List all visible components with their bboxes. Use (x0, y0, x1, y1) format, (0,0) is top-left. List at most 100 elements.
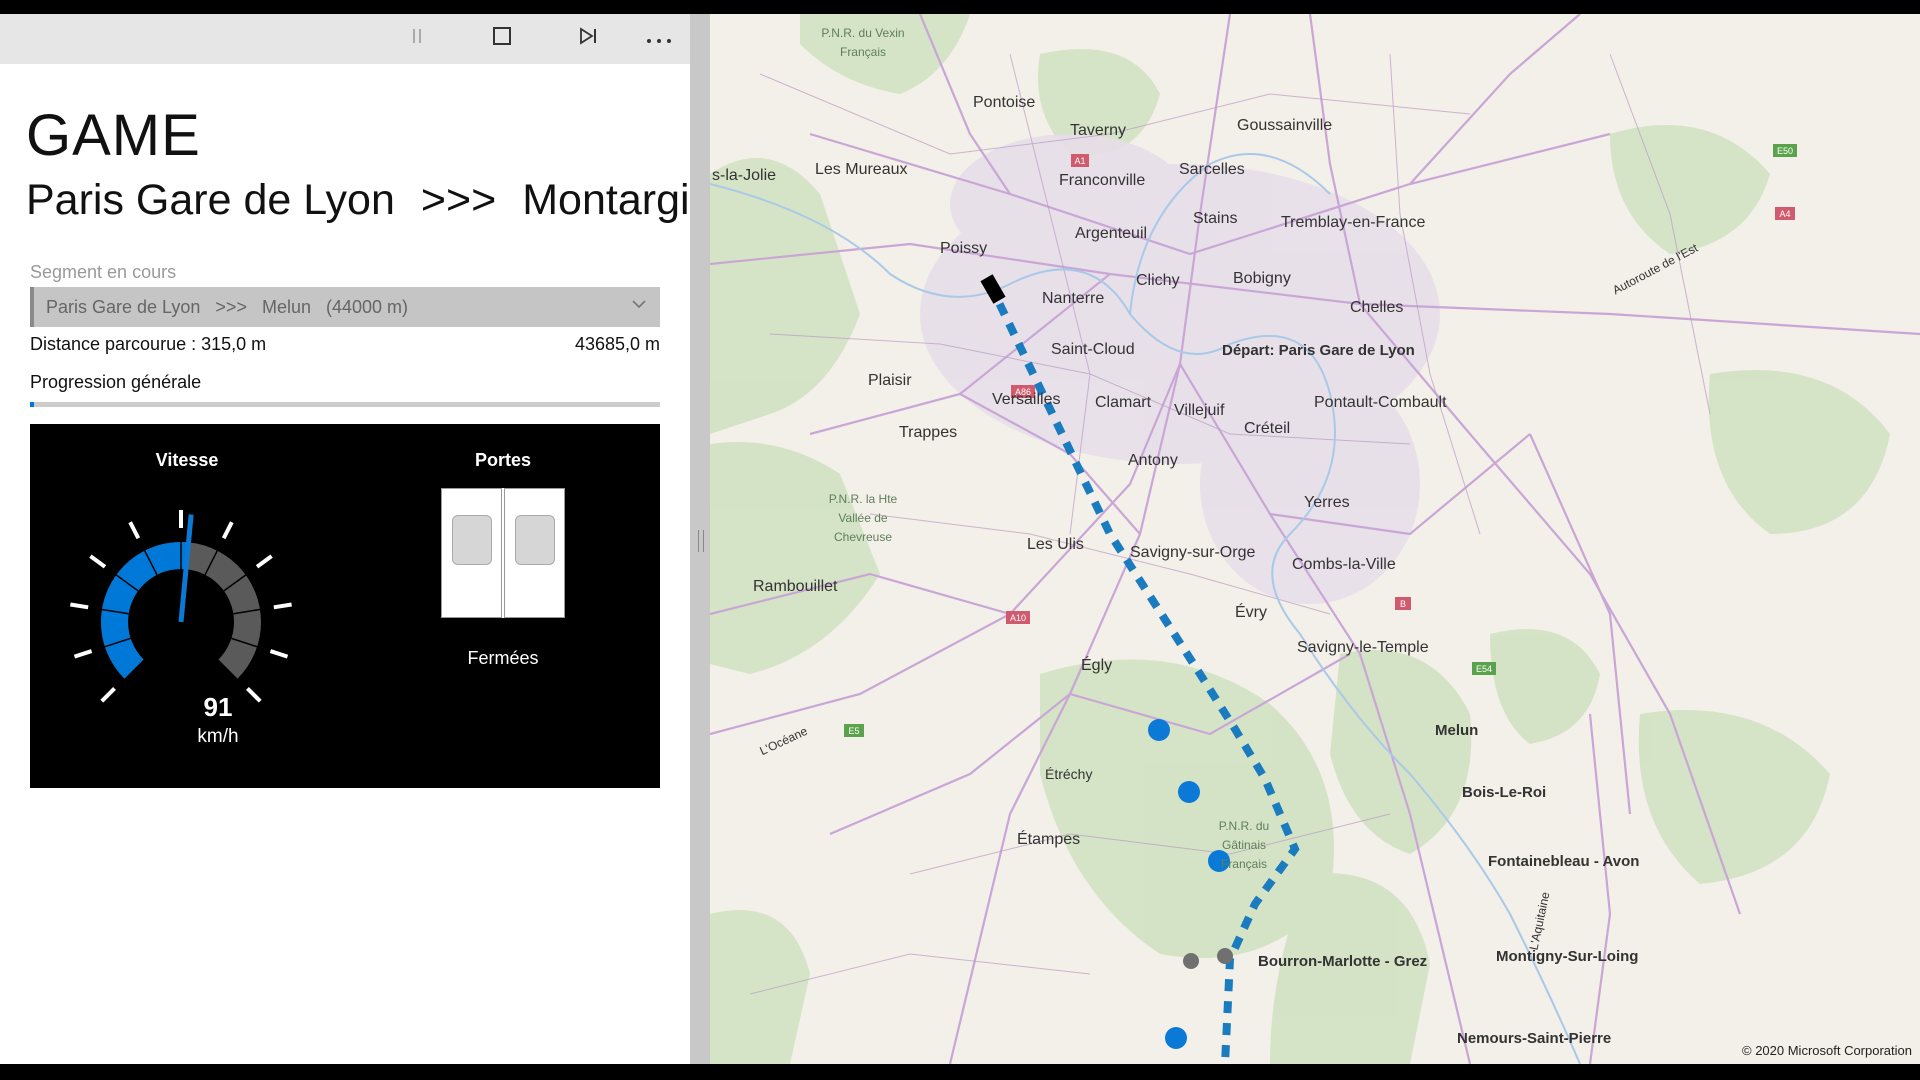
map-label: Bobigny (1233, 270, 1291, 287)
skip-next-button[interactable] (570, 24, 606, 54)
right-door-window (515, 515, 555, 565)
segment-selected-value: Paris Gare de Lyon >>> Melun (44000 m) (46, 296, 409, 317)
left-pane: GAME Paris Gare de Lyon >>> Montargis Segm… (0, 14, 690, 1064)
page-title: GAME (26, 103, 201, 168)
station-label: Fontainebleau - Avon (1488, 853, 1640, 870)
map-label: Poissy (940, 240, 988, 257)
map-copyright: © 2020 Microsoft Corporation (1742, 1043, 1912, 1058)
map-label: Nanterre (1042, 290, 1105, 307)
top-bar (0, 0, 1920, 14)
progress-label: Progression générale (30, 372, 202, 392)
toolbar (0, 14, 690, 64)
route-separator: >>> (420, 176, 497, 224)
distance-remaining: 43685,0 m (574, 334, 660, 354)
map-urban-areas (920, 134, 1440, 604)
gauge-tick (73, 649, 93, 659)
map-label: Plaisir (868, 372, 912, 389)
gauge-tick (89, 554, 107, 569)
map-label: Versailles (992, 391, 1061, 408)
map-label: Argenteuil (1075, 225, 1148, 242)
map-label: Clamart (1095, 394, 1152, 411)
pane-splitter[interactable] (690, 14, 710, 1064)
skip-next-icon (578, 26, 598, 52)
station-label: Melun (1435, 722, 1479, 739)
map-label: Les Ulis (1027, 536, 1084, 553)
map-label: Saint-Cloud (1051, 341, 1135, 358)
speed-label: Vitesse (155, 450, 219, 470)
speed-unit: km/h (197, 726, 239, 747)
map-label: P.N.R. du Vexin Français (821, 26, 905, 59)
map-label: s-la-Jolie (712, 167, 777, 184)
map-label: Chelles (1350, 299, 1404, 316)
svg-text:A4: A4 (1779, 209, 1790, 219)
stop-button[interactable] (484, 24, 520, 54)
svg-text:E5: E5 (848, 726, 859, 736)
svg-text:A10: A10 (1010, 613, 1026, 623)
more-icon (646, 28, 672, 51)
map-label: Yerres (1304, 494, 1350, 511)
gauge-tick (269, 649, 289, 659)
station-label-start: Départ: Paris Gare de Lyon (1222, 342, 1415, 359)
pause-icon (410, 27, 424, 51)
segment-label: Segment en cours (30, 262, 177, 282)
svg-text:E54: E54 (1476, 664, 1492, 674)
distance-traveled: Distance parcourue : 315,0 m (30, 334, 267, 354)
doors-state: Fermées (467, 648, 539, 668)
progress-bar (30, 402, 660, 407)
gauge-fill (101, 542, 189, 679)
map-label: Savigny-sur-Orge (1130, 544, 1256, 561)
gauge-tick (128, 521, 141, 540)
progress-fill (30, 402, 35, 407)
map-label: P.N.R. la Hte Vallée de Chevreuse (828, 492, 898, 544)
pause-button[interactable] (399, 24, 435, 54)
splitter-grip-icon[interactable] (698, 530, 704, 552)
route-origin: Paris Gare de Lyon (26, 176, 395, 224)
map-label: Villejuif (1174, 402, 1225, 419)
map-label: Pontoise (973, 94, 1036, 111)
map-view[interactable]: A1 A4 E50 A86 A10 E5 E54 B P.N.R. du Vex… (710, 14, 1920, 1064)
station-label: Bois-Le-Roi (1462, 784, 1547, 801)
right-door (504, 488, 565, 618)
map-label: Étréchy (1045, 766, 1093, 782)
left-door-window (452, 515, 492, 565)
map-label: Sarcelles (1179, 161, 1245, 178)
map-label: Stains (1193, 210, 1238, 227)
svg-text:B: B (1400, 599, 1406, 609)
doors-label: Portes (474, 450, 532, 470)
station-label: Nemours-Saint-Pierre (1457, 1030, 1612, 1047)
chevron-down-icon (628, 293, 650, 315)
dashboard-panel: Vitesse 91 km/h Portes Fermées (30, 424, 660, 788)
gauge-tick (273, 602, 292, 610)
speed-value: 91 (203, 692, 233, 722)
map-label: Égly (1081, 657, 1113, 674)
station-label: Bourron-Marlotte - Grez (1258, 953, 1428, 970)
map-label: Savigny-le-Temple (1297, 639, 1429, 656)
map-label: Pontault-Combault (1314, 394, 1447, 411)
gauge-tick (255, 554, 273, 569)
map-label: Créteil (1244, 420, 1291, 437)
station-label: Montigny-Sur-Loing (1496, 948, 1639, 965)
map-label: Tremblay-en-France (1281, 214, 1426, 231)
svg-text:E50: E50 (1777, 146, 1793, 156)
route-destination: Montargis (522, 176, 690, 224)
map-label: Antony (1128, 452, 1178, 469)
segment-dropdown[interactable]: Paris Gare de Lyon >>> Melun (44000 m) (30, 287, 660, 327)
map-label: Goussainville (1237, 117, 1333, 134)
map-label: Étampes (1017, 831, 1081, 848)
map-label: P.N.R. du Gâtinais Français (1218, 819, 1270, 871)
map-label: Taverny (1070, 122, 1127, 139)
map-label: Les Mureaux (815, 161, 908, 178)
map-label: Franconville (1059, 172, 1146, 189)
left-door (441, 488, 502, 618)
map-label: Combs-la-Ville (1292, 556, 1396, 573)
map-label: Rambouillet (753, 578, 838, 595)
gauge-tick (100, 687, 116, 703)
doors-icon (441, 488, 565, 618)
more-button[interactable] (641, 24, 677, 54)
stop-icon (492, 26, 512, 52)
map-label: Évry (1235, 604, 1267, 621)
map-label: Clichy (1136, 272, 1180, 289)
gauge-tick (70, 602, 89, 610)
bottom-bar (0, 1064, 1920, 1080)
map-label: Trappes (899, 424, 958, 441)
